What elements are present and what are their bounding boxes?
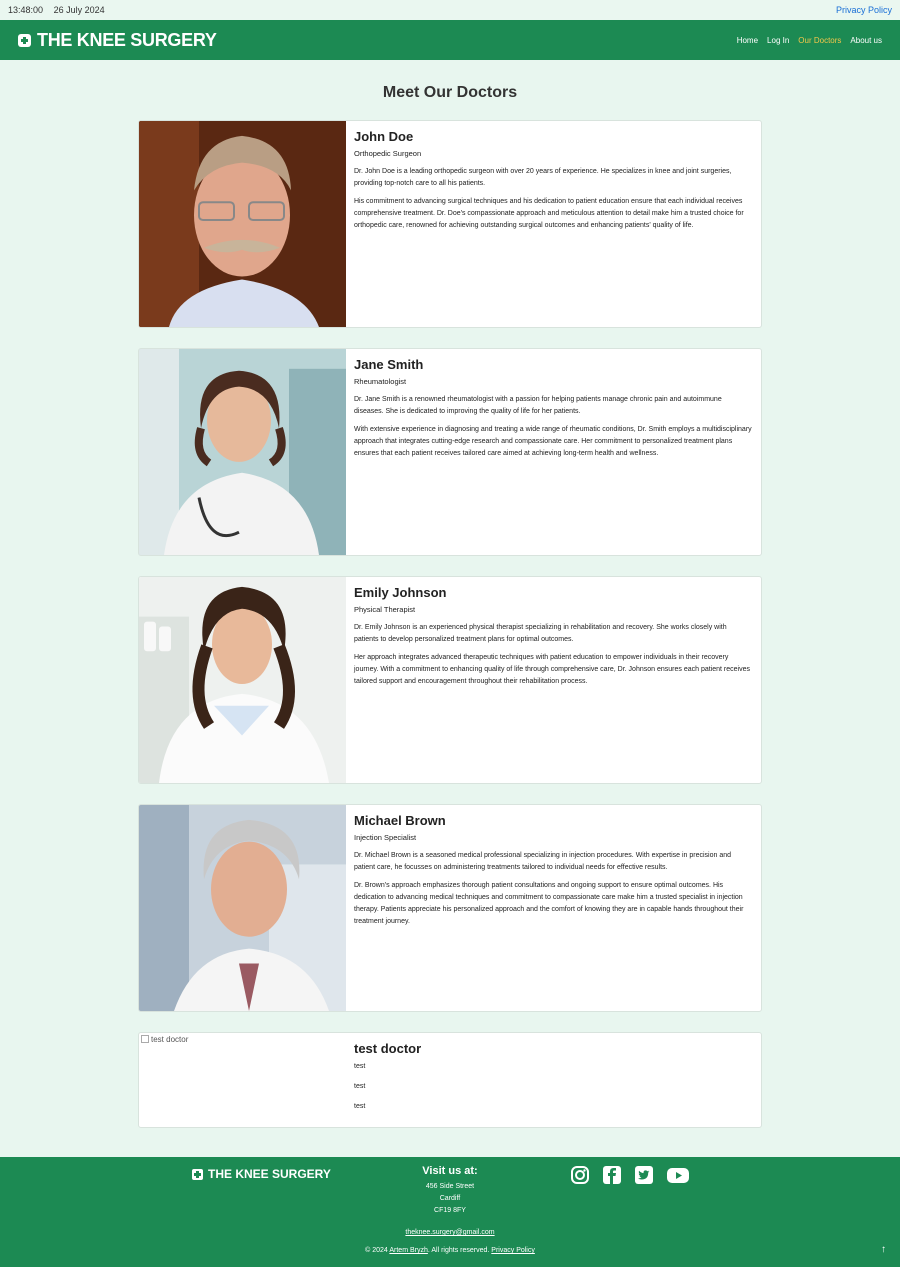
doctor-role: Rheumatologist (354, 377, 407, 386)
doctor-info: Jane Smith Rheumatologist Dr. Jane Smith… (346, 349, 761, 555)
footer-privacy-link[interactable]: Privacy Policy (491, 1247, 535, 1254)
doctor-photo-broken: test doctor (139, 1033, 346, 1127)
doctor-name: Jane Smith (354, 357, 424, 372)
doctor-line: test (354, 1083, 366, 1090)
medical-cross-logo-icon (18, 33, 31, 47)
doctor-name: Emily Johnson (354, 585, 447, 600)
copyright: © 2024 Artem Bryzh. All rights reserved.… (0, 1247, 900, 1254)
doctor-photo (139, 349, 346, 555)
address-line: 456 Side Street (425, 1183, 475, 1190)
doctor-card: test doctor test doctor test test test (138, 1032, 762, 1128)
copyright-text: . All rights reserved. (427, 1247, 490, 1254)
doctor-bio-1: Dr. John Doe is a leading orthopedic sur… (354, 168, 732, 187)
youtube-icon[interactable] (666, 1165, 690, 1190)
arrow-up-icon[interactable]: ↑ (881, 1244, 886, 1255)
doctor-bio-1: Dr. Emily Johnson is an experienced phys… (354, 624, 727, 643)
nav-login[interactable]: Log In (767, 36, 789, 45)
doctor-info: John Doe Orthopedic Surgeon Dr. John Doe… (346, 121, 761, 327)
nav-home[interactable]: Home (737, 36, 758, 45)
top-privacy-link[interactable]: Privacy Policy (836, 5, 892, 15)
doctor-role: Orthopedic Surgeon (354, 149, 422, 158)
email-link[interactable]: theknee.surgery@gmail.com (405, 1229, 494, 1236)
doctor-card: Jane Smith Rheumatologist Dr. Jane Smith… (138, 348, 762, 556)
nav-about-us[interactable]: About us (850, 36, 882, 45)
broken-image-icon (141, 1035, 149, 1043)
footer-brand-name: THE KNEE SURGERY (208, 1167, 331, 1181)
address-line: Cardiff (439, 1195, 461, 1202)
current-date: 26 July 2024 (53, 5, 105, 15)
doctor-photo (139, 121, 346, 327)
image-alt-text: test doctor (151, 1035, 189, 1044)
doctor-bio-2: His commitment to advancing surgical tec… (354, 198, 744, 229)
doctor-line: test (354, 1103, 366, 1110)
doctor-list: John Doe Orthopedic Surgeon Dr. John Doe… (138, 120, 762, 1128)
doctor-bio-1: Dr. Jane Smith is a renowned rheumatolog… (354, 396, 722, 415)
brand-name: THE KNEE SURGERY (37, 29, 217, 50)
doctor-card: Michael Brown Injection Specialist Dr. M… (138, 804, 762, 1012)
doctor-bio-2: Her approach integrates advanced therape… (354, 654, 750, 685)
doctor-name: test doctor (354, 1041, 422, 1056)
doctor-role: Physical Therapist (354, 605, 416, 614)
doctor-card: Emily Johnson Physical Therapist Dr. Emi… (138, 576, 762, 784)
doctor-bio-2: Dr. Brown's approach emphasizes thorough… (354, 882, 744, 925)
doctor-info: test doctor test test test (346, 1033, 761, 1127)
doctor-photo (139, 577, 346, 783)
page-title: Meet Our Doctors (382, 84, 518, 101)
doctor-bio-1: Dr. Michael Brown is a seasoned medical … (354, 852, 732, 871)
main-navbar: THE KNEE SURGERY Home Log In Our Doctors… (0, 20, 900, 60)
doctor-name: Michael Brown (354, 813, 446, 828)
doctor-role: Injection Specialist (354, 833, 417, 842)
current-time: 13:48:00 (8, 5, 44, 15)
doctor-photo (139, 805, 346, 1011)
doctor-bio-2: With extensive experience in diagnosing … (354, 426, 752, 457)
broken-image: test doctor (139, 1033, 346, 1046)
author-link[interactable]: Artem Bryzh (389, 1247, 428, 1254)
time-date: 13:48:00 26 July 2024 (8, 5, 113, 15)
doctor-info: Michael Brown Injection Specialist Dr. M… (346, 805, 761, 1011)
site-brand[interactable]: THE KNEE SURGERY (18, 30, 217, 51)
footer-brand[interactable]: THE KNEE SURGERY (192, 1167, 331, 1181)
nav-links: Home Log In Our Doctors About us (737, 36, 882, 45)
doctor-name: John Doe (354, 129, 414, 144)
visit-title: Visit us at: (422, 1165, 478, 1177)
doctor-info: Emily Johnson Physical Therapist Dr. Emi… (346, 577, 761, 783)
facebook-icon[interactable] (602, 1165, 622, 1190)
site-footer: THE KNEE SURGERY Visit us at: 456 Side S… (0, 1157, 900, 1267)
footer-address: Visit us at: 456 Side Street Cardiff CF1… (400, 1165, 500, 1217)
nav-our-doctors[interactable]: Our Doctors (798, 36, 841, 45)
footer-email: theknee.surgery@gmail.com (0, 1229, 900, 1236)
copyright-prefix: © 2024 (365, 1247, 388, 1254)
top-info-bar: 13:48:00 26 July 2024 Privacy Policy (0, 0, 900, 20)
doctor-line: test (354, 1063, 366, 1070)
social-links (570, 1165, 690, 1190)
instagram-icon[interactable] (570, 1165, 590, 1190)
medical-cross-logo-icon (192, 1168, 203, 1180)
doctor-card: John Doe Orthopedic Surgeon Dr. John Doe… (138, 120, 762, 328)
address-line: CF19 8FY (434, 1207, 466, 1214)
twitter-icon[interactable] (634, 1165, 654, 1190)
